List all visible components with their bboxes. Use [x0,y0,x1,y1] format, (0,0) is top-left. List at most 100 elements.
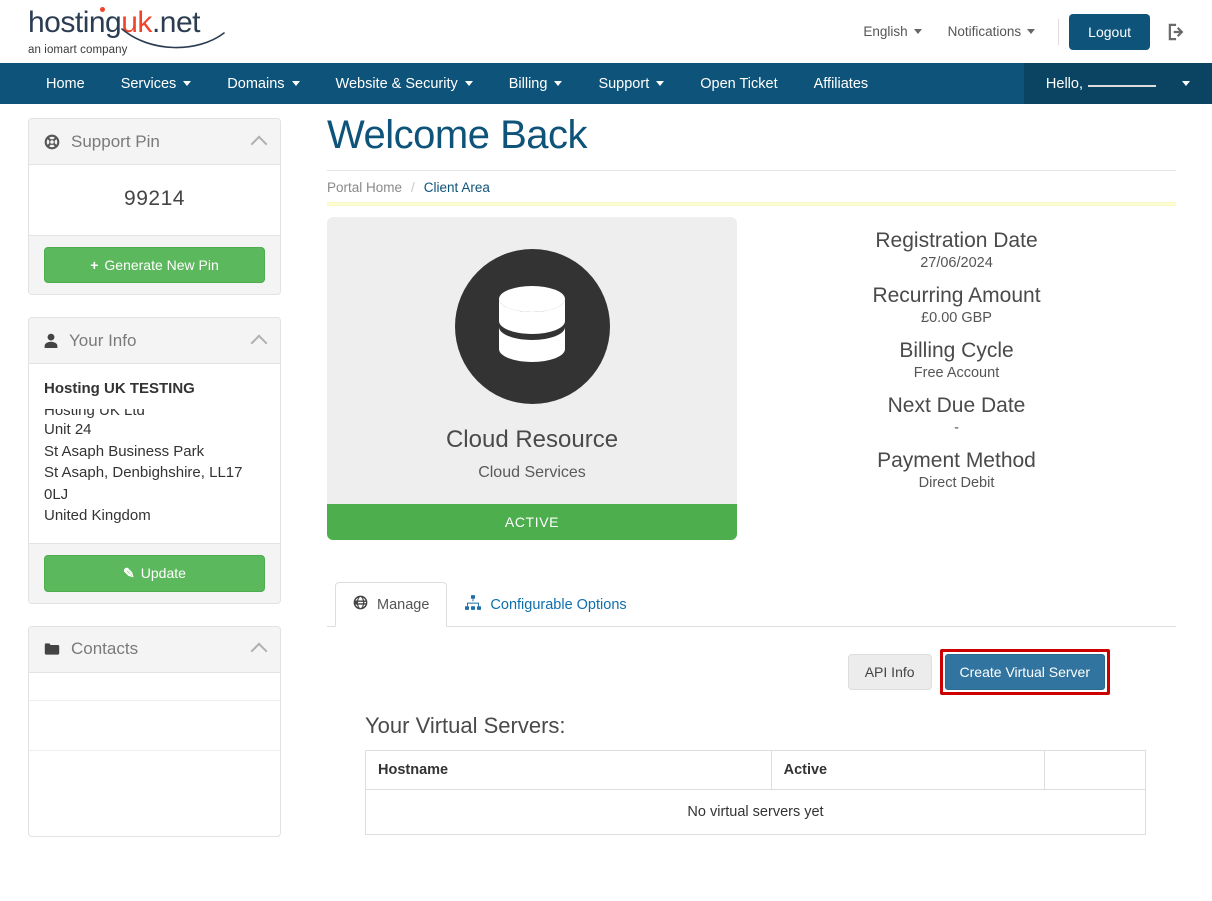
collapse-toggle-icon[interactable] [250,135,268,152]
nav-label: Billing [508,75,548,92]
nav-label: Open Ticket [700,75,778,92]
generate-new-pin-label: Generate New Pin [104,257,219,273]
database-icon [454,249,610,404]
create-virtual-server-button[interactable]: Create Virtual Server [944,654,1105,690]
table-row-empty: No virtual servers yet [365,789,1146,835]
breadcrumb-portal-home[interactable]: Portal Home [327,180,402,195]
contacts-title: Contacts [71,639,139,658]
create-virtual-server-highlight: Create Virtual Server [939,649,1110,695]
nav-item-open-ticket[interactable]: Open Ticket [682,63,795,104]
alert-strip [327,202,1176,206]
logo-text-net: .net [151,5,201,39]
tab-label: Manage [377,596,430,613]
detail-label-recurring-amount: Recurring Amount [872,284,1041,307]
nav-label: Home [46,75,85,92]
empty-state-message: No virtual servers yet [365,789,1146,835]
address-line: Unit 24 [44,421,92,438]
plus-icon: + [90,257,99,273]
chevron-down-icon [554,81,563,86]
detail-label-billing-cycle: Billing Cycle [899,339,1014,362]
product-group: Cloud Services [478,464,586,481]
list-item[interactable] [29,751,280,836]
your-info-title: Your Info [69,330,137,350]
header-divider [1058,18,1060,45]
tab-panel-manage: API Info Create Virtual Server Your Virt… [327,627,1176,835]
logo-wordmark: hostinguk.net [28,5,225,48]
sidebar: Support Pin 99214 +Generate New Pin You [0,104,295,859]
your-info-body: Hosting UK TESTING Hosting UK Ltd Unit 2… [29,364,280,543]
chevron-down-icon [1027,29,1036,34]
tab-list: Manage Configurable Options [327,582,1176,627]
nav-item-affiliates[interactable]: Affiliates [796,63,887,104]
nav-label: Services [120,75,177,92]
detail-value-billing-cycle: Free Account [913,365,1000,381]
product-name: Cloud Resource [445,426,619,453]
update-info-label: Update [140,564,186,581]
user-icon [44,333,58,349]
breadcrumb: Portal Home / Client Area [327,171,1176,202]
chevron-down-icon [1182,81,1190,86]
tab-configurable-options[interactable]: Configurable Options [447,582,644,627]
collapse-toggle-icon[interactable] [250,334,268,351]
nav-item-domains[interactable]: Domains [209,63,317,104]
user-greeting: Hello, [1046,76,1156,92]
tab-manage[interactable]: Manage [335,582,448,627]
chevron-down-icon [913,29,922,34]
support-pin-header: Support Pin [29,119,280,165]
site-logo[interactable]: hostinguk.net an iomart company [28,5,225,56]
user-greeting-label: Hello, [1045,75,1083,92]
detail-value-registration-date: 27/06/2024 [920,255,993,271]
page-body: Support Pin 99214 +Generate New Pin You [0,104,1212,901]
sitemap-icon [465,595,482,614]
redacted-username [1088,84,1156,87]
account-company-name: Hosting UK TESTING [44,380,195,397]
language-selector[interactable]: English [850,24,934,39]
your-info-panel: Your Info Hosting UK TESTING Hosting UK … [28,317,281,604]
generate-new-pin-button[interactable]: + Generate New Pin [44,247,265,283]
list-item[interactable] [29,701,280,751]
tabs-section: Manage Configurable Options API Info Cre… [327,582,1176,835]
sign-out-icon[interactable] [1166,21,1188,43]
nav-label: Support [598,75,650,92]
your-info-header: Your Info [29,318,280,364]
nav-item-support[interactable]: Support [580,63,682,104]
your-info-footer: ✎ Update [29,542,280,603]
status-badge: ACTIVE [327,504,737,540]
list-item[interactable] [29,673,280,701]
page-title: Welcome Back [327,112,1176,171]
tab-label: Configurable Options [490,596,627,613]
nav-item-services[interactable]: Services [103,63,210,104]
collapse-toggle-icon[interactable] [250,642,268,660]
nav-item-website-security[interactable]: Website & Security [318,63,491,104]
user-account-dropdown[interactable]: Hello, [1023,63,1212,104]
address-line: St Asaph Business Park [44,442,205,460]
contacts-panel: Contacts [28,625,281,837]
detail-label-registration-date: Registration Date [875,229,1038,252]
clipped-address-line: Hosting UK Ltd [44,409,265,419]
support-pin-title: Support Pin [71,131,160,151]
detail-value-recurring-amount: £0.00 GBP [921,310,992,326]
notifications-dropdown[interactable]: Notifications [935,24,1049,39]
globe-icon [353,595,368,614]
support-pin-panel: Support Pin 99214 + Generate New Pin [28,118,281,295]
product-card-body: Cloud Resource Cloud Services [327,217,737,504]
logout-button[interactable]: Logout [1069,13,1150,50]
nav-item-home[interactable]: Home [28,63,103,104]
api-info-button[interactable]: API Info [847,654,932,690]
life-ring-icon [44,134,60,150]
logo-tagline: an iomart company [28,43,128,56]
column-header-active: Active [770,750,1045,790]
chevron-down-icon [656,81,665,86]
logo-text-hosting: hosting [28,5,122,39]
breadcrumb-client-area[interactable]: Client Area [424,180,490,195]
update-info-button[interactable]: ✎ Update [44,554,265,592]
header-right-controls: English Notifications Logout [850,13,1190,50]
nav-item-billing[interactable]: Billing [491,63,581,104]
top-header: hostinguk.net an iomart company English … [0,0,1212,63]
contacts-header: Contacts [29,626,280,673]
account-address: Unit 24 St Asaph Business Park St Asaph,… [44,419,265,527]
nav-label: Affiliates [813,75,869,92]
column-header-actions [1043,750,1147,790]
table-body: No virtual servers yet [365,789,1146,835]
virtual-servers-table: Hostname Active No virtual servers yet [365,750,1147,835]
